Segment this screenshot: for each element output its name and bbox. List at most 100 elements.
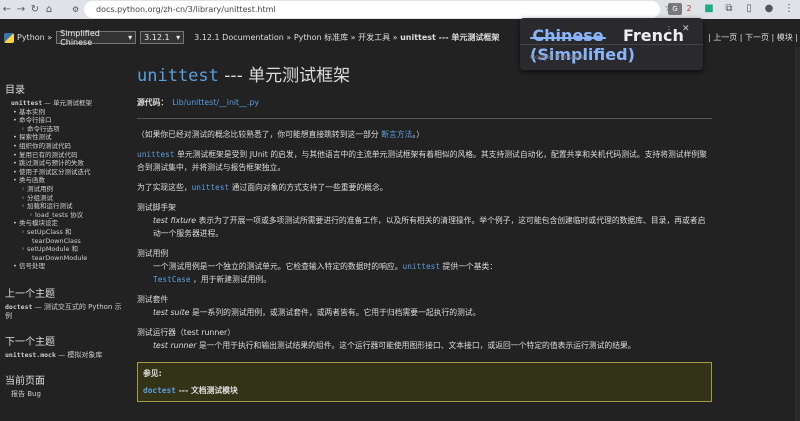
source-label: 源代码： [137,98,169,107]
prev-topic-code: doctest [5,302,33,311]
testcase-pre: 一个测试用例是一个独立的测试单元。它检查输入特定的数据时的响应。 [153,262,403,271]
toc-item[interactable]: 类与函数 [5,176,127,185]
page-scrollbar[interactable] [795,47,800,421]
testcase-mid: 提供一个基类： [440,262,498,271]
google-translate-label: Google Translate [530,53,585,61]
forward-icon[interactable]: → [14,4,28,15]
toc-item[interactable]: unittest — 单元测试框架 [5,99,127,108]
language-select[interactable]: Simplified Chinese ▾ [56,28,137,47]
language-value: Simplified Chinese [60,28,100,47]
toc-item[interactable]: 类与模块设定 [5,219,127,228]
python-logo-icon [4,32,14,43]
version-select[interactable]: 3.12.1 ▾ [140,31,185,44]
toc-item[interactable]: 测试用例 [5,185,127,194]
toc-item[interactable]: tearDownModule [5,254,127,263]
toc-item-label: 探索性测试 [19,133,52,141]
see-also-box: 参见: doctest --- 文档测试模块 [137,362,712,402]
active-tab-indicator [530,37,606,39]
toc-item-label: 命令行选项 [27,125,60,133]
menu-icon[interactable]: ⋮ [782,1,796,15]
term-suite: 测试套件 [137,295,169,304]
testcase-post: ，用于新建测试用例。 [190,275,272,284]
runner-text: 是一个用于执行和输出测试结果的组件。这个运行器可能使用图形接口、文本接口，或返回… [196,341,636,350]
toc-item[interactable]: setUpModule 和 [5,245,127,254]
toc-item-label: 加载和运行测试 [27,202,73,210]
next-topic-title: 下一个主题 [5,336,55,348]
toc-item[interactable]: tearDownClass [5,237,127,246]
toc-item[interactable]: 复用已有的测试代码 [5,151,127,160]
see-also-item: doctest --- 文档测试模块 [143,384,706,397]
next-topic-link[interactable]: unittest.mock — 模拟对象库 [5,351,127,360]
term-runner: 测试运行器（test runner） [137,328,236,337]
next-topic-code: unittest.mock [5,350,56,359]
def-fixture: test fixture 表示为了开展一项或多项测试所需要进行的准备工作，以及所… [137,214,712,240]
suite-term-en: test suite [153,308,190,317]
para-concepts-pre: 为了实现这些， [137,183,192,192]
close-icon[interactable]: ✕ [682,24,690,34]
site-info-icon[interactable]: ⚙ [72,5,79,14]
note-end: 。） [412,130,425,139]
toc-item[interactable]: 分组测试 [5,194,127,203]
breadcrumb: 3.12.1 Documentation » Python 标准库 » 开发工具… [194,32,499,43]
assert-methods-link[interactable]: 断言方法 [381,130,412,139]
runner-term-en: test runner [153,341,197,350]
python-home-link[interactable]: Python » [17,33,52,42]
back-icon[interactable]: ← [0,4,14,15]
toc-item[interactable]: setUpClass 和 [5,228,127,237]
tab-french[interactable]: French [623,26,684,45]
para-intro: unittest 单元测试框架是受到 JUnit 的启发，与其他语言中的主流单元… [137,148,712,174]
browser-toolbar: ← → ↻ ⌂ ⚙ docs.python.org/zh-cn/3/librar… [0,0,800,19]
translate-popup: Chinese (Simplified) French ⋮ ✕ Google T… [520,18,703,70]
source-link[interactable]: Lib/unittest/__init__.py [172,98,259,107]
fixture-text: 表示为了开展一项或多项测试所需要进行的准备工作，以及所有相关的清理操作。举个例子… [153,216,706,238]
unittest-link-2[interactable]: unittest [192,183,230,192]
toc-item-label: 命令行接口 [19,116,52,124]
page-nav[interactable]: | 上一页 | 下一页 | 模块 | [708,32,798,43]
para-concepts-post: 通过面向对象的方式支持了一些重要的概念。 [229,183,388,192]
bookmark-star-icon[interactable]: ☆ [662,1,676,15]
doctest-link[interactable]: doctest [143,386,176,395]
see-also-text: --- 文档测试模块 [175,386,238,395]
toc-item[interactable]: 组织你的测试代码 [5,142,127,151]
toc-item[interactable]: 跳过测试与预计的失败 [5,159,127,168]
main-content: unittest --- 单元测试框架 源代码： Lib/unittest/__i… [127,47,800,421]
toc-item[interactable]: 命令行接口 [5,116,127,125]
testcase-class-link[interactable]: TestCase [153,275,191,284]
report-bug-link[interactable]: 报告 Bug [5,390,127,399]
toc-item[interactable]: 基本实例 [5,108,127,117]
toc-item[interactable]: 探索性测试 [5,133,127,142]
extension-badge-icon[interactable]: 2 [682,1,696,15]
profile-icon[interactable]: ● [762,1,776,15]
version-value: 3.12.1 [144,33,170,42]
address-bar[interactable]: ⚙ docs.python.org/zh-cn/3/library/unitte… [72,1,660,18]
toc-item-label: 组织你的测试代码 [19,142,71,150]
term-fixture: 测试脚手架 [137,203,176,212]
chevron-down-icon: ▾ [128,33,133,42]
sidepanel-icon[interactable]: ▯ [742,1,756,15]
toc-item-label: — 单元测试框架 [42,99,92,107]
unittest-link-3[interactable]: unittest [403,262,441,271]
extension-green-icon[interactable]: ■ [702,1,716,15]
extensions-icon[interactable]: ⧉ [722,1,736,15]
toc-item-label: setUpClass 和 [27,228,71,236]
toc-item-label: 类与函数 [19,176,45,184]
toc-item-label: tearDownModule [32,253,88,262]
toc-item[interactable]: 信号处理 [5,262,127,271]
toc-item[interactable]: 加载和运行测试 [5,202,127,211]
breadcrumb-links[interactable]: 3.12.1 Documentation » Python 标准库 » 开发工具… [194,33,397,42]
def-runner: test runner 是一个用于执行和输出测试结果的组件。这个运行器可能使用图… [137,339,712,352]
note-text: （如果你已经对测试的概念比较熟悉了，你可能想直接跳转到这一部分 [137,130,382,139]
home-icon[interactable]: ⌂ [42,4,56,15]
reload-icon[interactable]: ↻ [28,4,42,15]
unittest-link[interactable]: unittest [137,150,175,159]
concepts-list: 测试脚手架 test fixture 表示为了开展一项或多项测试所需要进行的准备… [137,201,712,352]
popup-divider [520,44,703,45]
url-text: docs.python.org/zh-cn/3/library/unittest… [96,5,276,14]
see-also-title: 参见: [143,369,162,378]
suite-text: 是一系列的测试用例，或测试套件，或两者皆有。它用于归档需要一起执行的测试。 [189,308,481,317]
def-suite: test suite 是一系列的测试用例，或测试套件，或两者皆有。它用于归档需要… [137,306,712,319]
toc-item-label: tearDownClass [32,236,81,245]
prev-topic-link[interactable]: doctest — 测试交互式的 Python 示例 [5,303,127,321]
more-options-icon[interactable]: ⋮ [665,25,673,34]
chevron-down-icon: ▾ [176,33,181,42]
